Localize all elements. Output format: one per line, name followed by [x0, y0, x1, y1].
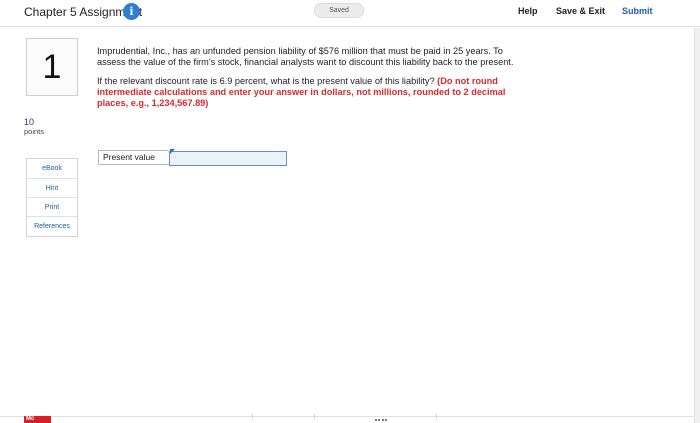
question-number: 1 — [26, 38, 78, 96]
saved-status-badge: Saved — [314, 3, 364, 18]
question-paragraph: Imprudential, Inc., has an unfunded pens… — [97, 46, 514, 67]
present-value-label: Present value — [98, 149, 169, 165]
mcgraw-hill-logo: Mc — [24, 416, 51, 423]
info-icon[interactable]: i — [123, 3, 140, 20]
points-label: points — [24, 127, 45, 136]
ebook-link[interactable]: eBook — [27, 159, 77, 179]
help-button[interactable]: Help — [518, 6, 538, 16]
right-scroll-rail[interactable] — [694, 28, 700, 423]
question-prompt: If the relevant discount rate is 6.9 per… — [97, 76, 435, 87]
footer-tick — [252, 414, 253, 419]
hint-link[interactable]: Hint — [27, 179, 77, 198]
points-value: 10 — [24, 117, 35, 127]
top-bar: Chapter 5 Assignment i Saved Help Save &… — [0, 0, 700, 27]
answer-field-wrap — [169, 148, 287, 166]
present-value-input[interactable] — [169, 150, 287, 166]
question-text: Imprudential, Inc., has an unfunded pens… — [97, 46, 517, 118]
submit-button[interactable]: Submit — [622, 6, 653, 16]
save-exit-button[interactable]: Save & Exit — [556, 6, 605, 16]
question-tools: eBook Hint Print References — [26, 158, 78, 237]
question-prompt-block: If the relevant discount rate is 6.9 per… — [97, 76, 517, 108]
more-dots-icon[interactable] — [375, 419, 387, 421]
footer-tick — [436, 414, 437, 419]
footer-divider — [0, 416, 694, 417]
references-link[interactable]: References — [27, 217, 77, 236]
print-link[interactable]: Print — [27, 198, 77, 217]
flag-marker — [170, 149, 175, 154]
footer-tick — [314, 414, 315, 419]
answer-row: Present value — [98, 148, 287, 166]
